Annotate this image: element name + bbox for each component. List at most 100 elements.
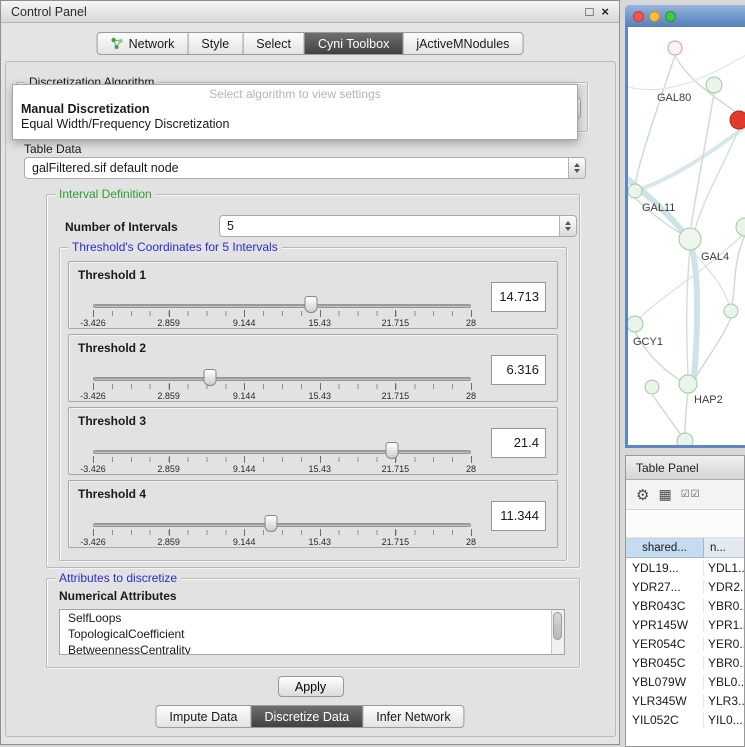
threshold-value-field[interactable]: 6.316: [491, 355, 546, 385]
table-row[interactable]: YBR043CYBR0...: [626, 596, 744, 615]
slider-major-tick: [395, 383, 396, 390]
table-cell[interactable]: YDR27...: [626, 580, 704, 594]
table-row[interactable]: YLR345WYLR3...: [626, 691, 744, 710]
network-edge[interactable]: [695, 318, 731, 378]
list-item[interactable]: TopologicalCoefficient: [60, 626, 564, 642]
scrollbar-thumb[interactable]: [553, 612, 562, 640]
network-node[interactable]: [679, 375, 697, 393]
threshold-label: Threshold 1: [78, 268, 146, 282]
combo-spinner-icon[interactable]: [559, 216, 576, 236]
table-cell[interactable]: YDR2...: [704, 580, 744, 594]
network-canvas[interactable]: GAL80GAL11GAL4GCY1HAP2: [628, 27, 745, 445]
network-edge[interactable]: [685, 393, 688, 433]
table-cell[interactable]: YBR0...: [704, 656, 744, 670]
close-window-icon[interactable]: ×: [601, 5, 609, 18]
threshold-value-field[interactable]: 14.713: [491, 282, 546, 312]
tab-jactivemnodules[interactable]: jActiveMNodules: [402, 33, 522, 54]
table-cell[interactable]: YER0...: [704, 637, 744, 651]
network-edge[interactable]: [687, 249, 690, 375]
tab-cyni-toolbox[interactable]: Cyni Toolbox: [304, 33, 402, 54]
network-node[interactable]: [677, 433, 693, 445]
network-edge[interactable]: [695, 129, 739, 230]
table-row[interactable]: YPR145WYPR1...: [626, 615, 744, 634]
tab-discretize-data[interactable]: Discretize Data: [251, 706, 363, 727]
network-node[interactable]: [645, 380, 659, 394]
settings-gear-icon[interactable]: ⚙: [636, 486, 649, 504]
list-scrollbar[interactable]: [551, 610, 564, 654]
network-window-titlebar[interactable]: [625, 5, 745, 27]
network-edge[interactable]: [635, 55, 675, 185]
slider-thumb[interactable]: [385, 442, 398, 459]
table-row[interactable]: YDR27...YDR2...: [626, 577, 744, 596]
close-traffic-light-icon[interactable]: [633, 11, 644, 22]
network-node[interactable]: [706, 77, 722, 93]
list-item[interactable]: SelfLoops: [60, 610, 564, 626]
slider-thumb[interactable]: [204, 369, 217, 386]
slider-track[interactable]: [93, 377, 471, 381]
table-cell[interactable]: YLR345W: [626, 694, 704, 708]
network-edge[interactable]: [652, 394, 681, 435]
table-row[interactable]: YDL19...YDL1...: [626, 558, 744, 577]
slider-thumb[interactable]: [305, 296, 318, 313]
table-cell[interactable]: YBR0...: [704, 599, 744, 613]
table-data-combobox[interactable]: galFiltered.sif default node: [24, 157, 586, 179]
table-cell[interactable]: YIL052C: [626, 713, 704, 727]
table-cell[interactable]: YIL0...: [704, 713, 744, 727]
number-of-intervals-combobox[interactable]: 5: [219, 215, 577, 237]
threshold-slider[interactable]: -3.4262.8599.14415.4321.71528: [93, 444, 471, 474]
table-row[interactable]: YBR045CYBR0...: [626, 653, 744, 672]
minimize-traffic-light-icon[interactable]: [649, 11, 660, 22]
apply-button[interactable]: Apply: [278, 676, 344, 697]
combo-spinner-icon[interactable]: [568, 158, 585, 178]
threshold-slider[interactable]: -3.4262.8599.14415.4321.71528: [93, 517, 471, 547]
threshold-slider[interactable]: -3.4262.8599.14415.4321.71528: [93, 371, 471, 401]
dropdown-option-equal-width-frequency[interactable]: Equal Width/Frequency Discretization: [13, 116, 577, 131]
network-node[interactable]: [628, 184, 642, 198]
list-item[interactable]: BetweennessCentrality: [60, 642, 564, 655]
control-panel-titlebar[interactable]: Control Panel □ ×: [1, 1, 619, 23]
network-node[interactable]: [736, 218, 745, 236]
tab-impute-data[interactable]: Impute Data: [156, 706, 250, 727]
columns-icon[interactable]: ▦: [658, 486, 671, 503]
column-header-name[interactable]: n...: [704, 538, 744, 558]
network-node[interactable]: [730, 111, 745, 129]
slider-major-tick: [244, 383, 245, 390]
table-cell[interactable]: YPR145W: [626, 618, 704, 632]
tab-style[interactable]: Style: [187, 33, 242, 54]
table-cell[interactable]: YDL19...: [626, 561, 704, 575]
slider-track[interactable]: [93, 304, 471, 308]
table-cell[interactable]: YPR1...: [704, 618, 744, 632]
table-cell[interactable]: YER054C: [626, 637, 704, 651]
table-row[interactable]: YER054CYER0...: [626, 634, 744, 653]
threshold-value-field[interactable]: 21.4: [491, 428, 546, 458]
network-node[interactable]: [628, 316, 643, 332]
tab-network[interactable]: Network: [98, 33, 188, 54]
slider-track[interactable]: [93, 523, 471, 527]
table-row[interactable]: YBL079WYBL0...: [626, 672, 744, 691]
network-edge[interactable]: [635, 125, 745, 191]
table-cell[interactable]: YBL0...: [704, 675, 744, 689]
threshold-value-field[interactable]: 11.344: [491, 501, 546, 531]
slider-thumb[interactable]: [264, 515, 277, 532]
table-cell[interactable]: YBL079W: [626, 675, 704, 689]
tab-select[interactable]: Select: [242, 33, 304, 54]
table-panel-titlebar[interactable]: Table Panel: [626, 456, 744, 480]
table-cell[interactable]: YBR045C: [626, 656, 704, 670]
row-select-checkbox-icons[interactable]: ☑☑: [681, 489, 701, 500]
slider-track[interactable]: [93, 450, 471, 454]
network-edge[interactable]: [732, 235, 745, 304]
network-node[interactable]: [679, 228, 701, 250]
float-window-icon[interactable]: □: [586, 5, 594, 18]
network-node[interactable]: [668, 41, 682, 55]
dropdown-option-manual-discretization[interactable]: Manual Discretization: [13, 101, 577, 116]
column-header-shared-name[interactable]: shared...: [626, 538, 704, 558]
table-row[interactable]: YIL052CYIL0...: [626, 710, 744, 729]
network-node[interactable]: [724, 304, 738, 318]
zoom-traffic-light-icon[interactable]: [665, 11, 676, 22]
tab-infer-network[interactable]: Infer Network: [362, 706, 463, 727]
table-cell[interactable]: YLR3...: [704, 694, 744, 708]
table-cell[interactable]: YDL1...: [704, 561, 744, 575]
numerical-attributes-listbox[interactable]: SelfLoopsTopologicalCoefficientBetweenne…: [59, 609, 565, 655]
threshold-slider[interactable]: -3.4262.8599.14415.4321.71528: [93, 298, 471, 328]
table-cell[interactable]: YBR043C: [626, 599, 704, 613]
